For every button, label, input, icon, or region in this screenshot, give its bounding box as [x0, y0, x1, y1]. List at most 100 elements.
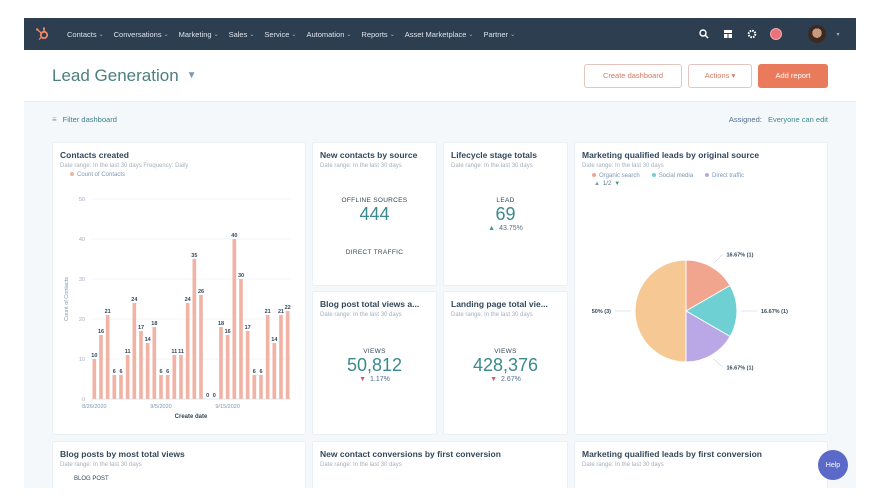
y-tick-label: 10 — [79, 357, 85, 363]
pie-slice-label: 16.67% (1) — [727, 365, 754, 371]
bar[interactable] — [152, 327, 157, 399]
card-blog-post-total-views[interactable]: Blog post total views a... Date range: I… — [312, 291, 437, 435]
nav-item-contacts[interactable]: Contacts ⌄ — [62, 30, 109, 39]
bar[interactable] — [232, 239, 237, 399]
bar[interactable] — [245, 331, 250, 399]
bar[interactable] — [219, 327, 223, 399]
card-mql-by-original-source[interactable]: Marketing qualified leads by original so… — [574, 142, 828, 435]
bar[interactable] — [279, 315, 283, 399]
notifications-icon[interactable] — [770, 28, 782, 40]
user-avatar[interactable] — [808, 25, 826, 43]
gear-icon[interactable] — [746, 28, 758, 40]
bar[interactable] — [119, 375, 123, 399]
bar[interactable] — [99, 335, 103, 399]
add-report-button[interactable]: Add report — [758, 63, 828, 88]
bar-value-label: 0 — [213, 393, 216, 399]
kpi-value: 444 — [359, 204, 390, 224]
pie-slice[interactable] — [634, 259, 687, 363]
bar-value-label: 21 — [278, 309, 284, 315]
pager-prev-icon[interactable]: ▲ — [594, 181, 600, 187]
nav-item-asset-marketplace[interactable]: Asset Marketplace ⌄ — [400, 30, 479, 39]
bar[interactable] — [145, 343, 150, 399]
card-title: Landing page total vie... — [451, 299, 548, 309]
assigned-info: Assigned: Everyone can edit — [729, 115, 828, 124]
bar[interactable] — [105, 315, 110, 399]
nav-item-sales[interactable]: Sales ⌄ — [224, 30, 260, 39]
nav-item-label: Conversations — [113, 29, 162, 39]
bar[interactable] — [285, 311, 290, 399]
app-window: Contacts ⌄ Conversations ⌄ Marketing ⌄ Sales ⌄ S… — [24, 18, 856, 488]
nav-item-marketing[interactable]: Marketing ⌄ — [174, 30, 224, 39]
bar-value-label: 17 — [138, 325, 144, 331]
bar-value-label: 17 — [245, 325, 251, 331]
nav-item-partner[interactable]: Partner ⌄ — [478, 30, 520, 39]
dashboard-selector[interactable]: Lead Generation ▼ — [52, 66, 197, 86]
kpi-value: 50,812 — [346, 355, 403, 375]
card-lifecycle-stage-totals[interactable]: Lifecycle stage totals Date range: In th… — [443, 142, 568, 286]
kpi-label: LEAD — [496, 197, 515, 204]
bar[interactable] — [165, 375, 170, 399]
card-title: New contact conversions by first convers… — [320, 449, 501, 459]
bar-value-label: 18 — [151, 321, 157, 327]
card-title: Contacts created — [60, 150, 129, 160]
nav-icons: ▾ — [698, 25, 844, 43]
bar[interactable] — [225, 335, 230, 399]
chevron-down-icon[interactable]: ▾ — [832, 28, 844, 40]
nav-item-service[interactable]: Service ⌄ — [259, 30, 301, 39]
chevron-down-icon: ⌄ — [291, 31, 297, 38]
assigned-value-link[interactable]: Everyone can edit — [768, 115, 828, 124]
hubspot-logo[interactable] — [32, 24, 52, 44]
card-blog-posts-by-views[interactable]: Blog posts by most total views Date rang… — [52, 441, 306, 488]
pie-label-leader — [713, 254, 723, 264]
nav-item-conversations[interactable]: Conversations ⌄ — [109, 30, 174, 39]
help-button[interactable]: Help — [818, 450, 848, 480]
bar[interactable] — [159, 375, 163, 399]
card-mql-by-first-conversion[interactable]: Marketing qualified leads by first conve… — [574, 441, 828, 488]
legend-item[interactable]: Organic search — [592, 173, 640, 179]
bar[interactable] — [185, 303, 190, 399]
card-title: New contacts by source — [320, 150, 418, 160]
card-new-contacts-by-source[interactable]: New contacts by source Date range: In th… — [312, 142, 437, 286]
bar[interactable] — [179, 355, 183, 399]
bar[interactable] — [239, 279, 243, 399]
x-tick-label: 9/15/2020 — [215, 404, 239, 410]
bar[interactable] — [112, 375, 117, 399]
y-axis-label: Count of Contacts — [64, 277, 70, 321]
nav-item-label: Service — [264, 29, 290, 39]
bar[interactable] — [259, 375, 263, 399]
bar[interactable] — [272, 343, 277, 399]
nav-item-reports[interactable]: Reports ⌄ — [356, 30, 399, 39]
pager-text: 1/2 — [602, 181, 612, 187]
table-column-header[interactable]: BLOG POST — [60, 476, 298, 482]
bar-value-label: 30 — [238, 273, 244, 279]
legend-item[interactable]: Direct traffic — [705, 173, 744, 179]
bar-value-label: 14 — [145, 337, 152, 343]
bar[interactable] — [132, 303, 137, 399]
bar[interactable] — [92, 359, 97, 399]
card-subtitle: Date range: In the last 30 days — [582, 462, 664, 468]
bar[interactable] — [125, 355, 130, 399]
bar[interactable] — [265, 315, 270, 399]
bar[interactable] — [172, 355, 177, 399]
kpi-label: VIEWS — [363, 348, 386, 355]
bar[interactable] — [192, 259, 197, 399]
bar[interactable] — [252, 375, 257, 399]
card-subtitle: Date range: In the last 30 days — [320, 312, 402, 318]
card-contacts-created[interactable]: Contacts created Date range: In the last… — [52, 142, 306, 435]
nav-item-automation[interactable]: Automation ⌄ — [301, 30, 356, 39]
card-new-contact-conversions[interactable]: New contact conversions by first convers… — [312, 441, 568, 488]
card-landing-page-total-views[interactable]: Landing page total vie... Date range: In… — [443, 291, 568, 435]
chevron-down-icon: ⌄ — [98, 31, 104, 38]
filter-dashboard-button[interactable]: ≡ Filter dashboard — [52, 115, 117, 124]
kpi-label: OFFLINE SOURCES — [341, 197, 408, 204]
legend-item[interactable]: Social media — [651, 173, 693, 179]
search-icon[interactable] — [698, 28, 710, 40]
bar-value-label: 6 — [159, 369, 162, 375]
bar[interactable] — [139, 331, 143, 399]
bar[interactable] — [199, 295, 203, 399]
create-dashboard-button[interactable]: Create dashboard — [584, 63, 682, 88]
actions-button[interactable]: Actions ▾ — [688, 63, 752, 88]
pager-next-icon[interactable]: ▼ — [614, 181, 620, 187]
legend-item[interactable]: Count of Contacts — [70, 172, 125, 178]
marketplace-icon[interactable] — [722, 28, 734, 40]
